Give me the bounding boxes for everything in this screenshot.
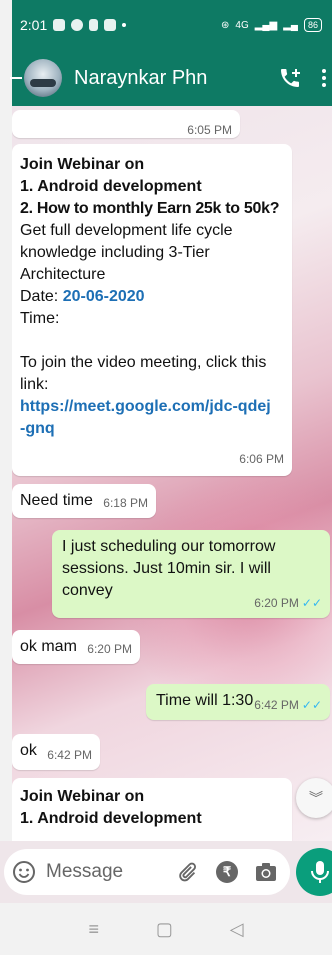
system-nav-bar: ≡ ▢ ◁ [0,903,332,955]
message-text: ok [20,742,37,759]
chat-header: Naraynkar Phn [10,50,332,106]
paperclip-icon[interactable] [176,861,198,883]
scroll-down-button[interactable]: ︾ [296,778,332,818]
app-notification-icon [89,19,99,31]
signal-text: 4G [235,19,249,31]
read-ticks-icon: ✓✓ [301,596,322,610]
rupee-icon[interactable]: ₹ [216,861,238,883]
home-nav-icon[interactable]: ▢ [156,919,173,940]
more-notifications-icon [122,23,127,27]
message-notification-icon [53,19,66,31]
message-text: ok mam [20,638,77,655]
message-time: 6:18 PM [103,496,148,510]
status-bar: 2:01 ⊛ 4G ▂▄▆ ▂▄ 86 [12,0,332,50]
read-ticks-icon: ✓✓ [301,698,322,712]
contact-name[interactable]: Naraynkar Phn [74,67,278,90]
message-text: Need time [20,492,93,509]
mic-icon [311,861,329,883]
message-bubble-ok-mam[interactable]: ok mam 6:20 PM [12,630,140,664]
message-date-row: Date: 20-06-2020 [20,286,284,308]
message-line: Join Webinar on [20,156,145,173]
message-input[interactable] [46,861,164,883]
emoji-icon[interactable] [12,860,36,884]
menu-nav-icon[interactable]: ≡ [88,919,99,940]
message-line: 1. Android development [20,810,202,827]
left-edge [0,0,12,841]
meeting-link-cont[interactable]: -gnq [20,418,284,440]
message-time: 6:20 PM [87,642,132,656]
meeting-link[interactable]: https://meet.google.com/jdc-qdej [20,396,284,418]
message-time: 6:20 PM [254,596,299,610]
message-bubble-need-time[interactable]: Need time 6:18 PM [12,484,156,518]
chat-area[interactable]: 6:05 PM Join Webinar on 1. Android devel… [12,106,332,841]
message-meta: 6:42 PM ✓✓ [254,694,322,716]
message-line: 1. Android development [20,178,202,195]
message-line: Architecture [20,266,106,283]
signal-icon: ▂▄▆ [254,19,278,31]
status-left: 2:01 [20,17,127,33]
message-line: I just scheduling our tomorrow [62,538,276,555]
message-line: knowledge including 3-Tier [20,244,210,261]
status-time: 2:01 [20,17,48,33]
message-line: Get full development life cycle [20,222,233,239]
back-arrow-icon[interactable] [10,77,22,79]
message-bubble-webinar-repeat[interactable]: Join Webinar on 1. Android development [12,778,292,841]
message-time: 6:42 PM [254,698,299,712]
more-vert-icon[interactable] [322,69,328,87]
message-line: 2. How to monthly Earn 25k to 50k? [20,200,280,217]
join-text: To join the video meeting, click this [20,354,267,371]
back-nav-icon[interactable]: ◁ [230,919,244,940]
notification-icon [71,19,84,31]
message-composer: ₹ [4,849,290,895]
status-right: ⊛ 4G ▂▄▆ ▂▄ 86 [221,18,322,32]
message-bubble-webinar[interactable]: Join Webinar on 1. Android development 2… [12,144,292,476]
battery-icon: 86 [303,18,322,32]
message-time: 6:42 PM [47,748,92,762]
message-bubble-1[interactable]: 6:05 PM [12,110,240,138]
gallery-notification-icon [104,19,117,31]
message-bubble-scheduling[interactable]: I just scheduling our tomorrow sessions.… [52,530,330,618]
date-value: 20-06-2020 [62,288,145,305]
input-bar: ₹ [0,841,332,903]
camera-icon[interactable] [254,861,278,883]
double-chevron-down-icon: ︾ [309,790,323,806]
message-time: 6:05 PM [187,123,232,137]
message-time: 6:06 PM [239,452,284,466]
time-label: Time: [20,310,60,327]
message-text: Time will 1:30 [156,692,254,709]
message-meta: 6:20 PM ✓✓ [254,592,322,614]
screen: 2:01 ⊛ 4G ▂▄▆ ▂▄ 86 Naraynkar Phn 6:05 P… [0,0,332,955]
message-line: Join Webinar on [20,788,145,805]
message-bubble-time-will[interactable]: Time will 1:30 6:42 PM ✓✓ [146,684,330,720]
message-bubble-ok[interactable]: ok 6:42 PM [12,734,100,770]
join-text: link: [20,376,49,393]
add-call-icon[interactable] [278,66,302,90]
message-line: sessions. Just 10min sir. I will [62,560,271,577]
signal-2-icon: ▂▄ [283,19,298,31]
mic-button[interactable] [296,848,332,896]
avatar[interactable] [24,59,62,97]
date-label: Date: [20,288,63,305]
hotspot-icon: ⊛ [221,19,230,31]
